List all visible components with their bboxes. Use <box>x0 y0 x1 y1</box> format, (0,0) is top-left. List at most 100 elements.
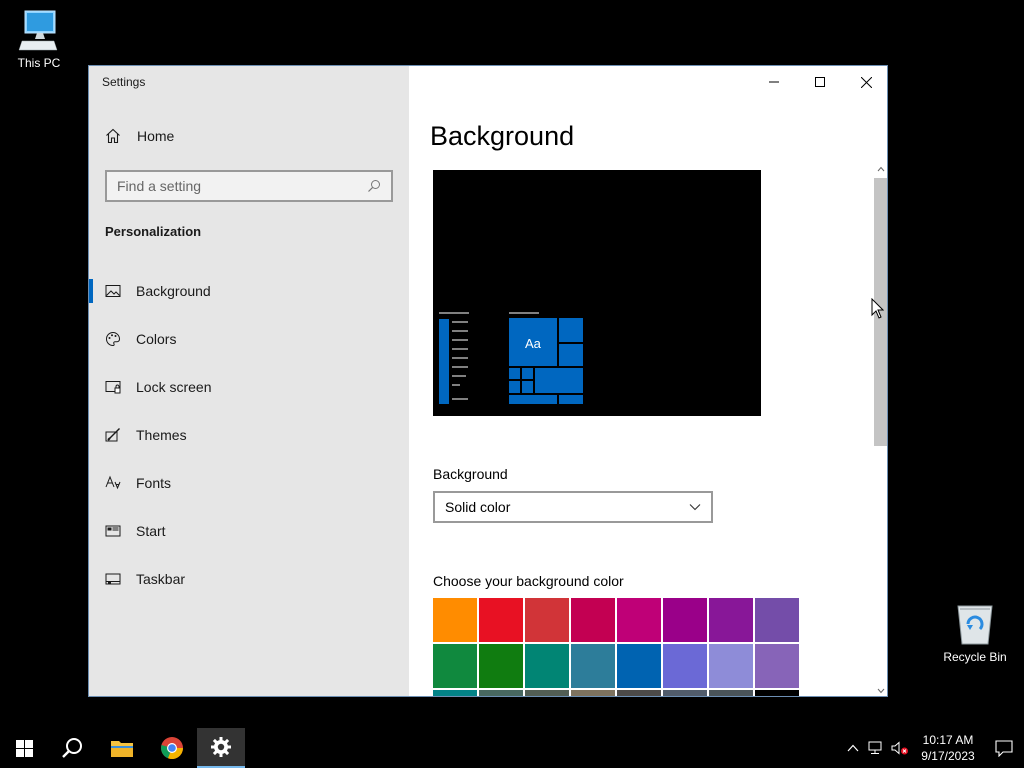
start-icon <box>105 525 121 537</box>
color-swatch[interactable] <box>755 690 799 696</box>
sidebar-item-background[interactable]: Background <box>89 267 409 315</box>
scroll-down-button[interactable] <box>873 684 887 696</box>
color-swatch[interactable] <box>525 644 569 688</box>
sidebar-item-label: Fonts <box>136 475 172 491</box>
color-swatch[interactable] <box>617 690 661 696</box>
color-swatch[interactable] <box>709 598 753 642</box>
color-swatch[interactable] <box>755 598 799 642</box>
gear-icon <box>211 737 231 757</box>
sidebar-item-fonts[interactable]: Fonts <box>89 459 409 507</box>
search-icon <box>368 180 380 192</box>
recycle-bin-desktop-icon[interactable]: Recycle Bin <box>937 602 1013 664</box>
chevron-up-icon <box>847 744 859 752</box>
color-swatch[interactable] <box>663 690 707 696</box>
sidebar-item-colors[interactable]: Colors <box>89 315 409 363</box>
color-swatch[interactable] <box>525 690 569 696</box>
palette-icon <box>106 331 121 347</box>
choose-color-label: Choose your background color <box>433 573 624 589</box>
fonts-icon <box>105 475 121 490</box>
chevron-up-icon <box>877 166 885 172</box>
close-button[interactable] <box>843 66 887 98</box>
sidebar-item-start[interactable]: Start <box>89 507 409 555</box>
caption-buttons <box>751 66 887 98</box>
search-icon <box>62 738 82 758</box>
sidebar-item-label: Themes <box>136 427 187 443</box>
recycle-bin-icon <box>957 605 993 645</box>
color-swatch[interactable] <box>663 598 707 642</box>
chrome-icon <box>161 737 184 760</box>
color-swatch[interactable] <box>479 644 523 688</box>
settings-sidebar: Settings Home Personalization Background <box>89 66 409 696</box>
sidebar-item-label: Lock screen <box>136 379 212 395</box>
minimize-button[interactable] <box>751 66 797 98</box>
sidebar-item-lock-screen[interactable]: Lock screen <box>89 363 409 411</box>
color-swatch[interactable] <box>617 644 661 688</box>
system-tray: 10:17 AM 9/17/2023 <box>842 728 1024 768</box>
settings-taskbar-button[interactable] <box>197 728 245 768</box>
color-swatch[interactable] <box>571 598 615 642</box>
search-input[interactable] <box>117 178 367 194</box>
sidebar-item-label: Taskbar <box>136 571 186 587</box>
clock[interactable]: 10:17 AM 9/17/2023 <box>916 732 980 764</box>
chrome-button[interactable] <box>148 728 196 768</box>
notification-icon <box>995 739 1013 757</box>
color-swatch[interactable] <box>755 644 799 688</box>
color-swatch[interactable] <box>525 598 569 642</box>
themes-icon <box>105 428 120 442</box>
color-swatch[interactable] <box>709 644 753 688</box>
color-swatch[interactable] <box>479 598 523 642</box>
section-label: Personalization <box>105 224 202 239</box>
color-swatch[interactable] <box>433 644 477 688</box>
network-button[interactable] <box>864 741 888 755</box>
image-icon <box>105 285 121 297</box>
background-type-dropdown[interactable]: Solid color <box>433 491 713 523</box>
this-pc-label: This PC <box>17 56 61 70</box>
taskbar-search-button[interactable] <box>48 728 96 768</box>
taskbar-icon <box>105 573 121 585</box>
clock-date: 9/17/2023 <box>921 749 975 763</box>
recycle-bin-label: Recycle Bin <box>943 650 1007 664</box>
volume-button[interactable] <box>888 741 912 755</box>
sidebar-nav: Background Colors Lock screen Themes Fon… <box>89 267 409 603</box>
maximize-icon <box>815 77 825 87</box>
page-title: Background <box>430 121 575 151</box>
color-swatch[interactable] <box>479 690 523 696</box>
scrollbar[interactable] <box>873 162 887 696</box>
color-swatch[interactable] <box>571 690 615 696</box>
home-icon <box>106 128 120 144</box>
close-icon <box>860 76 872 88</box>
settings-window: Settings Home Personalization Background <box>88 65 888 697</box>
home-nav-item[interactable]: Home <box>105 128 174 144</box>
computer-icon <box>18 10 58 51</box>
maximize-button[interactable] <box>797 66 843 98</box>
home-label: Home <box>137 128 175 144</box>
color-swatch[interactable] <box>663 644 707 688</box>
sidebar-item-taskbar[interactable]: Taskbar <box>89 555 409 603</box>
preview-tile-text: Aa <box>525 336 541 351</box>
sidebar-item-label: Colors <box>136 331 177 347</box>
search-box[interactable] <box>105 170 393 202</box>
color-swatch[interactable] <box>709 690 753 696</box>
file-explorer-button[interactable] <box>98 728 146 768</box>
this-pc-desktop-icon[interactable]: This PC <box>1 8 77 70</box>
taskbar: 10:17 AM 9/17/2023 <box>0 728 1024 768</box>
show-hidden-icons-button[interactable] <box>842 744 864 752</box>
preview-illustration <box>439 312 583 404</box>
folder-icon <box>111 741 133 757</box>
sidebar-item-label: Start <box>136 523 166 539</box>
scroll-up-button[interactable] <box>873 162 887 176</box>
windows-logo-icon <box>15 739 33 757</box>
action-center-button[interactable] <box>984 739 1024 757</box>
background-type-label: Background <box>433 466 508 482</box>
color-swatch-grid <box>433 598 801 696</box>
color-swatch[interactable] <box>571 644 615 688</box>
start-button[interactable] <box>0 728 48 768</box>
color-swatch[interactable] <box>617 598 661 642</box>
color-swatch[interactable] <box>433 690 477 696</box>
settings-content: Background Aa Background Solid color Cho… <box>409 66 887 696</box>
sidebar-item-themes[interactable]: Themes <box>89 411 409 459</box>
color-swatch[interactable] <box>433 598 477 642</box>
lock-screen-icon <box>105 381 121 394</box>
background-type-value: Solid color <box>445 499 511 515</box>
window-title: Settings <box>102 75 146 89</box>
